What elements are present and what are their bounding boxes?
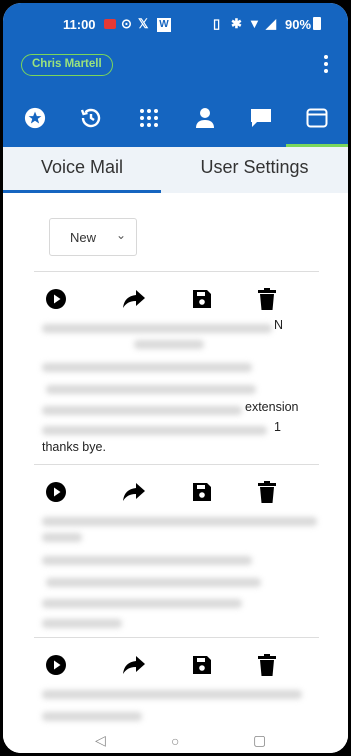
voicemail-inbox-icon[interactable] [297,98,337,138]
voicemail-actions [34,477,319,507]
transcript-redacted [46,578,261,587]
caller-name-redacted [134,340,204,349]
main-nav [3,98,348,138]
chevron-down-icon: ⌄ [115,228,126,242]
tab-voice-mail[interactable]: Voice Mail [3,147,161,193]
filter-selected-value: New [70,230,97,245]
save-icon[interactable] [187,284,217,314]
voicemail-list: New ⌄ N extension 1 thanks bye. ◁ ○ ▢ [3,193,348,753]
app-header: 11:00 ⊙ 𝕏 W ▯ ✱ ▼ ◢ 90% Chris Martell [3,3,348,153]
transcript-redacted [42,406,242,415]
caller-info-redacted [42,690,302,699]
save-icon[interactable] [187,477,217,507]
voicemail-item: N extension 1 thanks bye. [34,272,319,464]
back-icon[interactable]: ◁ [95,732,106,749]
voicemail-filter-select[interactable]: New ⌄ [49,218,137,256]
voicemail-item [34,465,319,637]
transcript-fragment: extension [245,400,299,414]
caller-name-fragment: N [274,318,284,332]
forward-icon[interactable] [119,650,149,680]
home-icon[interactable]: ○ [171,733,179,749]
transcript-fragment: 1 [274,420,281,434]
wifi-icon: ▼ [248,16,261,31]
forward-icon[interactable] [119,284,149,314]
recents-icon[interactable]: ▢ [253,732,266,749]
save-icon[interactable] [187,650,217,680]
caller-name-redacted [42,533,82,542]
notification-badge-icon [104,19,116,29]
transcript-end: thanks bye. [42,440,106,454]
overflow-menu-icon[interactable] [324,55,328,73]
delete-icon[interactable] [252,477,282,507]
transcript-redacted [42,599,242,608]
location-icon: ⊙ [121,16,132,31]
battery-icon [313,17,321,30]
vibrate-icon: ▯ [213,16,221,31]
status-bar: 11:00 ⊙ 𝕏 W ▯ ✱ ▼ ◢ 90% [3,14,348,36]
w-app-icon: W [157,18,171,32]
battery-percent: 90% [285,17,312,32]
bluetooth-icon: ✱ [231,16,242,31]
play-icon[interactable] [41,650,71,680]
messages-icon[interactable] [241,98,281,138]
dialpad-icon[interactable] [129,98,169,138]
delete-icon[interactable] [252,650,282,680]
signal-icon: ◢ [266,16,276,31]
transcript-redacted [42,426,267,435]
transcript-redacted [46,385,256,394]
caller-info-redacted [42,324,272,333]
voicemail-actions [34,650,319,680]
transcript-redacted [42,619,122,628]
voicemail-actions [34,284,319,314]
forward-icon[interactable] [119,477,149,507]
timestamp-redacted [42,556,252,565]
x-app-icon: 𝕏 [138,16,149,31]
timestamp-redacted [42,712,142,721]
phone-screen: 11:00 ⊙ 𝕏 W ▯ ✱ ▼ ◢ 90% Chris Martell Vo… [3,3,348,753]
play-icon[interactable] [41,284,71,314]
delete-icon[interactable] [252,284,282,314]
user-name-badge[interactable]: Chris Martell [21,54,113,76]
contacts-icon[interactable] [185,98,225,138]
system-nav-bar: ◁ ○ ▢ [3,731,348,753]
favorites-icon[interactable] [15,98,55,138]
history-icon[interactable] [71,98,111,138]
play-icon[interactable] [41,477,71,507]
timestamp-redacted [42,363,252,372]
tab-bar: Voice Mail User Settings [3,147,348,193]
caller-info-redacted [42,517,317,526]
tab-user-settings[interactable]: User Settings [161,147,348,193]
status-time: 11:00 [63,17,96,32]
